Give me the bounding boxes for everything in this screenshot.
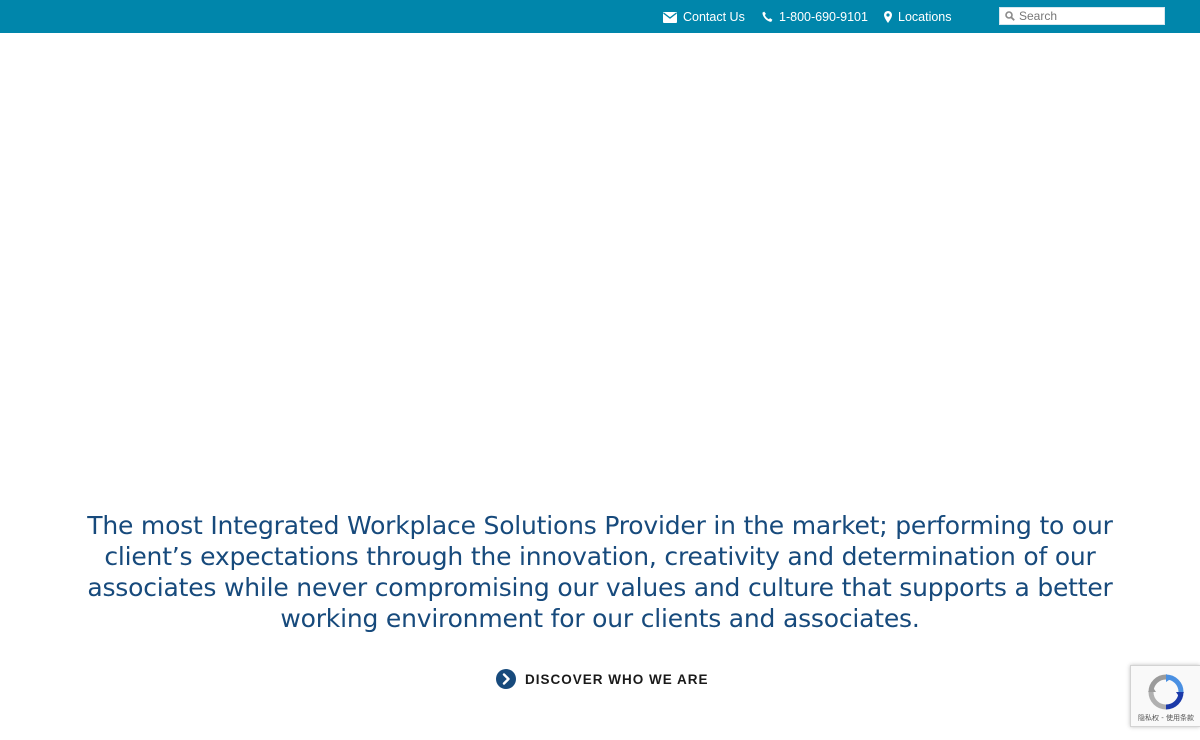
contact-us-label: Contact Us (683, 10, 745, 24)
discover-label: DISCOVER WHO WE ARE (525, 671, 709, 687)
locations-link[interactable]: Locations (884, 9, 952, 25)
contact-us-link[interactable]: Contact Us (663, 9, 745, 25)
search-input[interactable] (1019, 9, 1159, 23)
recaptcha-badge[interactable]: 隐私权 - 使用条款 (1130, 665, 1200, 727)
envelope-icon (663, 11, 677, 23)
chevron-right-circle-icon (496, 669, 516, 689)
phone-icon (762, 11, 773, 23)
recaptcha-icon (1148, 674, 1184, 715)
map-pin-icon (884, 11, 892, 23)
top-bar: Contact Us 1-800-690-9101 Locations (0, 0, 1200, 33)
phone-link[interactable]: 1-800-690-9101 (762, 9, 868, 25)
discover-who-we-are-link[interactable]: DISCOVER WHO WE ARE (496, 668, 709, 690)
phone-number: 1-800-690-9101 (779, 10, 868, 24)
recaptcha-terms[interactable]: 隐私权 - 使用条款 (1131, 713, 1200, 723)
mission-statement: The most Integrated Workplace Solutions … (87, 511, 1113, 633)
search-box[interactable] (999, 7, 1165, 25)
search-icon (1005, 11, 1015, 21)
locations-label: Locations (898, 10, 952, 24)
